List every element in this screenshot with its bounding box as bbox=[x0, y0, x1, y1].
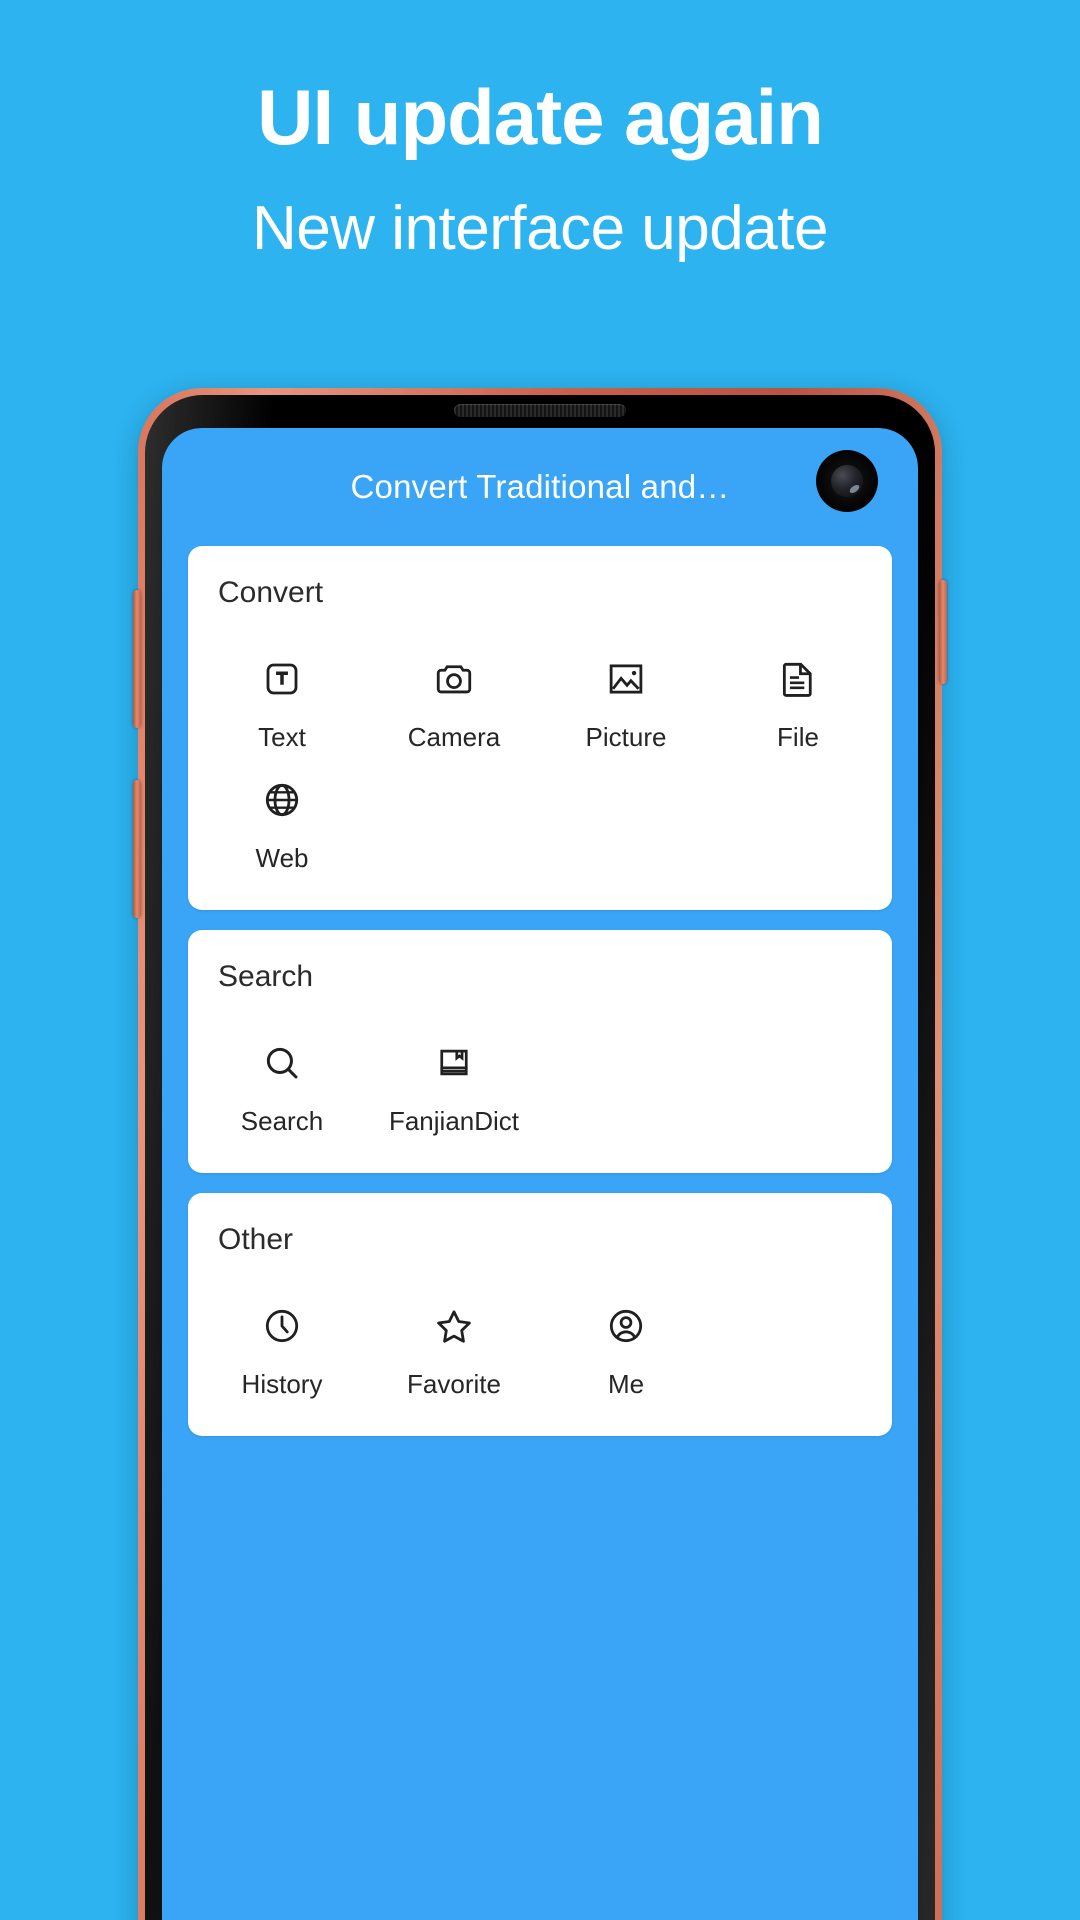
app-bar-title: Convert Traditional and… bbox=[350, 468, 730, 505]
account-icon bbox=[603, 1303, 649, 1349]
volume-down-button[interactable] bbox=[133, 780, 141, 918]
tile-label: FanjianDict bbox=[388, 1106, 520, 1136]
promo-title: UI update again bbox=[257, 73, 824, 161]
other-card: Other History Favorite Me bbox=[188, 1193, 892, 1436]
volume-up-button[interactable] bbox=[133, 590, 141, 728]
tile-label: Text bbox=[258, 722, 306, 752]
tile-label: Picture bbox=[585, 722, 667, 752]
tile-search[interactable]: Search bbox=[196, 1022, 368, 1143]
text-box-icon bbox=[259, 656, 305, 702]
tile-fanjiandict[interactable]: FanjianDict bbox=[368, 1022, 540, 1143]
tile-label: Camera bbox=[407, 722, 501, 752]
camera-icon bbox=[431, 656, 477, 702]
tile-label: Me bbox=[607, 1369, 645, 1399]
tile-me[interactable]: Me bbox=[540, 1285, 712, 1406]
phone-mockup: Convert Traditional and… Convert Text Ca… bbox=[133, 388, 947, 1920]
globe-icon bbox=[259, 777, 305, 823]
app-bar: Convert Traditional and… bbox=[162, 428, 918, 546]
search-card-title: Search bbox=[218, 960, 314, 993]
convert-card: Convert Text Camera Picture File Web bbox=[188, 546, 892, 910]
dictionary-icon bbox=[431, 1040, 477, 1086]
tile-text[interactable]: Text bbox=[196, 638, 368, 759]
camera-lens bbox=[831, 465, 863, 497]
tile-picture[interactable]: Picture bbox=[540, 638, 712, 759]
clock-icon bbox=[259, 1303, 305, 1349]
phone-screen: Convert Traditional and… Convert Text Ca… bbox=[162, 428, 918, 1920]
file-icon bbox=[775, 656, 821, 702]
tile-label: Search bbox=[240, 1106, 324, 1136]
tile-web[interactable]: Web bbox=[196, 759, 368, 880]
other-card-title: Other bbox=[218, 1223, 294, 1256]
tile-history[interactable]: History bbox=[196, 1285, 368, 1406]
power-button[interactable] bbox=[939, 580, 947, 684]
promo-subtitle: New interface update bbox=[252, 194, 828, 263]
other-tile-grid: History Favorite Me bbox=[188, 1285, 892, 1406]
search-card: Search Search FanjianDict bbox=[188, 930, 892, 1173]
search-tile-grid: Search FanjianDict bbox=[188, 1022, 892, 1143]
tile-file[interactable]: File bbox=[712, 638, 884, 759]
picture-icon bbox=[603, 656, 649, 702]
front-camera-icon bbox=[816, 450, 878, 512]
tile-label: File bbox=[777, 722, 819, 752]
tile-label: Favorite bbox=[407, 1369, 501, 1399]
tile-favorite[interactable]: Favorite bbox=[368, 1285, 540, 1406]
earpiece-speaker bbox=[454, 404, 626, 417]
promo-header: UI update again New interface update bbox=[0, 0, 1080, 260]
tile-camera[interactable]: Camera bbox=[368, 638, 540, 759]
search-icon bbox=[259, 1040, 305, 1086]
tile-label: Web bbox=[255, 843, 309, 873]
tile-label: History bbox=[241, 1369, 323, 1399]
star-icon bbox=[431, 1303, 477, 1349]
convert-card-title: Convert bbox=[218, 576, 324, 609]
convert-tile-grid: Text Camera Picture File Web bbox=[188, 638, 892, 880]
